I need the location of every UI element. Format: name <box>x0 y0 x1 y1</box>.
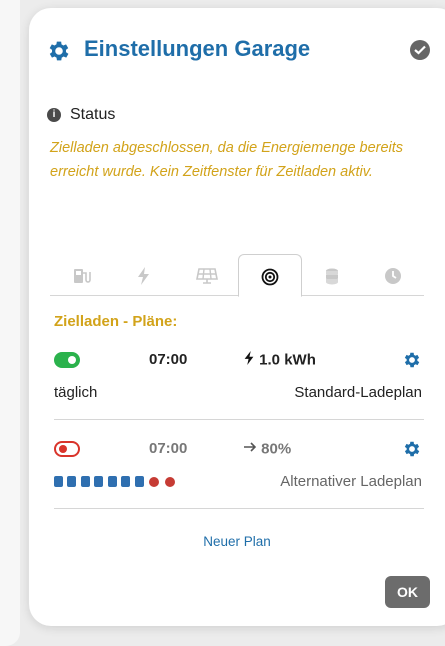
plan-goal-value: 80% <box>261 440 292 458</box>
clock-icon <box>385 268 401 284</box>
toggle-knob <box>68 356 76 364</box>
modal-title: Einstellungen Garage <box>84 36 311 61</box>
plan-name: Alternativer Ladeplan <box>280 473 422 490</box>
target-icon <box>261 268 279 286</box>
plan-enabled-toggle[interactable] <box>54 441 80 457</box>
close-button[interactable] <box>410 40 430 60</box>
tab-charger[interactable] <box>50 254 112 296</box>
weekday-on-icon <box>121 476 131 487</box>
status-label: Status <box>70 106 116 123</box>
mode-tabs <box>50 254 424 297</box>
tab-time-charging[interactable] <box>362 254 424 296</box>
weekday-off-icon <box>149 477 160 487</box>
plan-settings-gear-icon[interactable] <box>402 350 422 370</box>
weekday-on-icon <box>94 476 104 487</box>
plans-title: Zielladen - Pläne: <box>54 313 178 330</box>
gear-icon <box>49 41 69 61</box>
plan-time: 07:00 <box>149 351 188 368</box>
tab-solar[interactable] <box>174 254 236 296</box>
plan-goal: 80% <box>243 440 291 458</box>
plan-divider <box>54 508 424 509</box>
tab-power[interactable] <box>112 254 174 296</box>
plan-goal-value: 1.0 kWh <box>259 351 316 369</box>
weekday-on-icon <box>54 476 63 487</box>
lightning-icon <box>244 351 254 365</box>
plan-divider <box>54 419 424 420</box>
new-plan-link[interactable]: Neuer Plan <box>0 534 445 549</box>
plan-enabled-toggle[interactable] <box>54 352 80 368</box>
weekday-indicators <box>54 474 175 487</box>
tab-costs[interactable] <box>300 254 362 296</box>
plan-settings-gear-icon[interactable] <box>402 439 422 459</box>
toggle-knob <box>59 445 67 453</box>
weekday-on-icon <box>80 476 90 487</box>
arrow-right-icon <box>244 442 257 452</box>
ok-button[interactable]: OK <box>385 576 430 608</box>
weekday-on-icon <box>67 476 77 487</box>
plan-repeat: täglich <box>54 384 98 401</box>
tab-target-charging[interactable] <box>238 254 302 297</box>
info-icon: i <box>47 108 61 122</box>
coins-icon <box>326 268 338 285</box>
check-circle-icon <box>414 45 426 55</box>
plan-name: Standard-Ladeplan <box>294 384 422 401</box>
weekday-on-icon <box>134 476 144 487</box>
weekday-on-icon <box>107 476 117 487</box>
lightning-icon <box>138 267 149 285</box>
plan-time: 07:00 <box>149 440 188 457</box>
charger-icon <box>74 269 91 283</box>
weekday-off-icon <box>164 477 175 487</box>
status-message: Zielladen abgeschlossen, da die Energiem… <box>50 140 404 180</box>
background-panel <box>0 0 20 646</box>
solar-panel-icon <box>196 268 218 284</box>
plan-goal: 1.0 kWh <box>243 351 316 369</box>
